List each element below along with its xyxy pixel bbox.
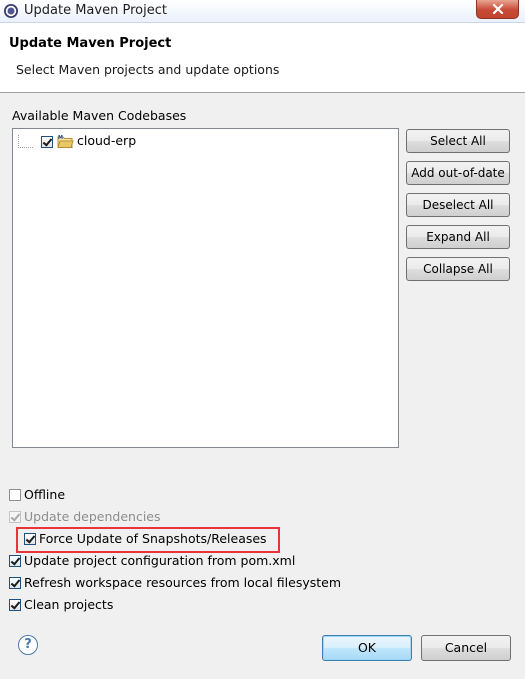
help-icon[interactable]: ? — [18, 635, 38, 655]
dialog-header: Update Maven Project Select Maven projec… — [0, 23, 525, 93]
tree-connector — [18, 135, 33, 148]
update-config-checkbox[interactable] — [9, 555, 21, 567]
codebases-tree[interactable]: M cloud-erp — [12, 128, 399, 448]
update-config-label: Update project configuration from pom.xm… — [24, 553, 296, 568]
title-bar: Update Maven Project — [0, 0, 525, 23]
cancel-button[interactable]: Cancel — [421, 635, 511, 661]
expand-all-button[interactable]: Expand All — [406, 225, 510, 249]
force-update-checkbox[interactable] — [24, 533, 36, 545]
clean-projects-label: Clean projects — [24, 597, 114, 612]
collapse-all-button[interactable]: Collapse All — [406, 257, 510, 281]
dialog-subtitle: Select Maven projects and update options — [16, 62, 280, 77]
close-icon — [492, 4, 503, 14]
update-dependencies-label: Update dependencies — [24, 509, 161, 524]
force-update-label: Force Update of Snapshots/Releases — [39, 531, 267, 546]
select-all-button[interactable]: Select All — [406, 129, 510, 153]
update-dependencies-checkbox — [9, 511, 21, 523]
svg-text:M: M — [58, 135, 63, 141]
eclipse-icon — [3, 3, 19, 19]
offline-checkbox[interactable] — [9, 489, 21, 501]
clean-projects-checkbox[interactable] — [9, 599, 21, 611]
window-title: Update Maven Project — [24, 3, 167, 18]
deselect-all-button[interactable]: Deselect All — [406, 193, 510, 217]
refresh-workspace-label: Refresh workspace resources from local f… — [24, 575, 342, 590]
close-button[interactable] — [476, 0, 519, 19]
codebases-label: Available Maven Codebases — [12, 108, 187, 123]
refresh-workspace-checkbox[interactable] — [9, 577, 21, 589]
dialog-title: Update Maven Project — [9, 36, 172, 51]
offline-label: Offline — [24, 487, 66, 502]
cloud-erp-checkbox[interactable] — [41, 136, 53, 148]
add-out-of-date-button[interactable]: Add out-of-date — [406, 161, 510, 185]
tree-item-label[interactable]: cloud-erp — [77, 133, 136, 148]
maven-folder-icon: M — [57, 133, 74, 149]
ok-button[interactable]: OK — [322, 635, 412, 661]
